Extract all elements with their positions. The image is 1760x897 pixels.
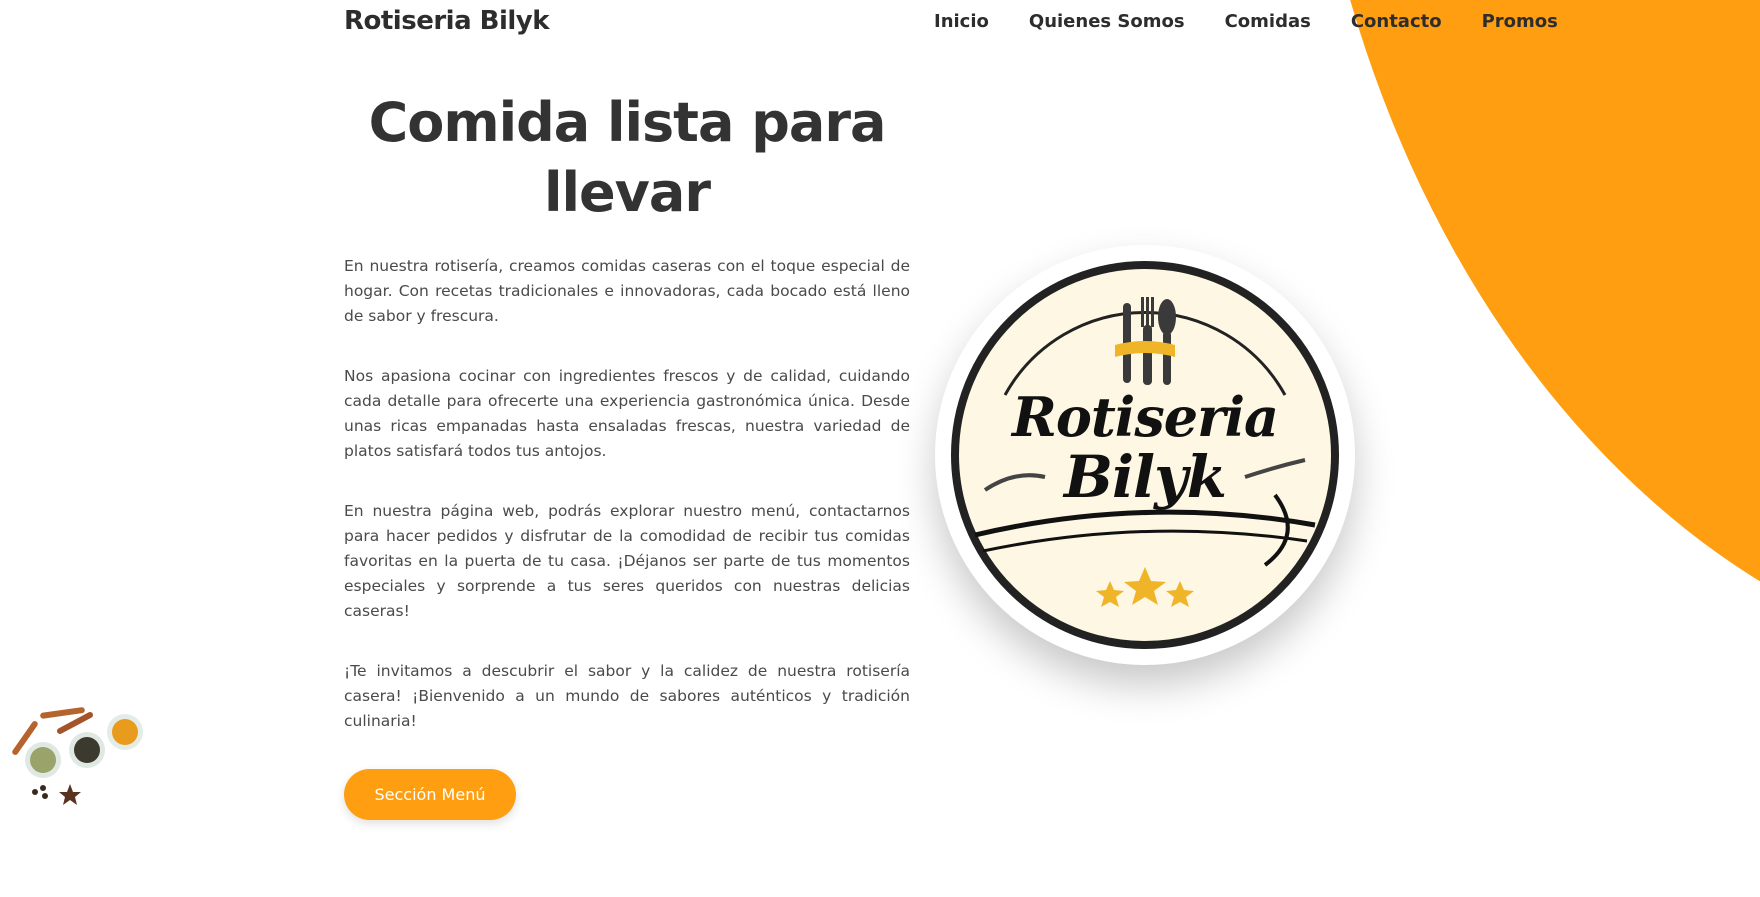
nav-link-quienes-somos[interactable]: Quienes Somos	[1029, 11, 1185, 32]
nav-link-contacto[interactable]: Contacto	[1351, 11, 1442, 32]
brand-logo-text[interactable]: Rotiseria Bilyk	[344, 6, 550, 36]
logo-text-line-1: Rotiseria	[1011, 385, 1279, 449]
main-nav: Inicio Quienes Somos Comidas Contacto Pr…	[934, 11, 1558, 32]
page: Rotiseria Bilyk Inicio Quienes Somos Com…	[0, 0, 1760, 897]
brand-logo-badge: Rotiseria Bilyk	[935, 245, 1355, 665]
nav-link-inicio[interactable]: Inicio	[934, 11, 989, 32]
menu-section-button[interactable]: Sección Menú	[344, 769, 516, 820]
nav-link-comidas[interactable]: Comidas	[1225, 11, 1311, 32]
hero-paragraph-4: ¡Te invitamos a descubrir el sabor y la …	[344, 662, 910, 730]
orange-background-shape	[1297, 0, 1760, 680]
hero-paragraph-2: Nos apasiona cocinar con ingredientes fr…	[344, 367, 910, 460]
hero-paragraph-3: En nuestra página web, podrás explorar n…	[344, 502, 910, 620]
hero-title: Comida lista para llevar	[368, 91, 887, 224]
spices-image	[12, 707, 143, 805]
hero-description: En nuestra rotisería, creamos comidas ca…	[344, 254, 910, 769]
logo-text-line-2: Bilyk	[1064, 443, 1227, 511]
nav-link-promos[interactable]: Promos	[1482, 11, 1558, 32]
hero-paragraph-1: En nuestra rotisería, creamos comidas ca…	[344, 257, 910, 325]
